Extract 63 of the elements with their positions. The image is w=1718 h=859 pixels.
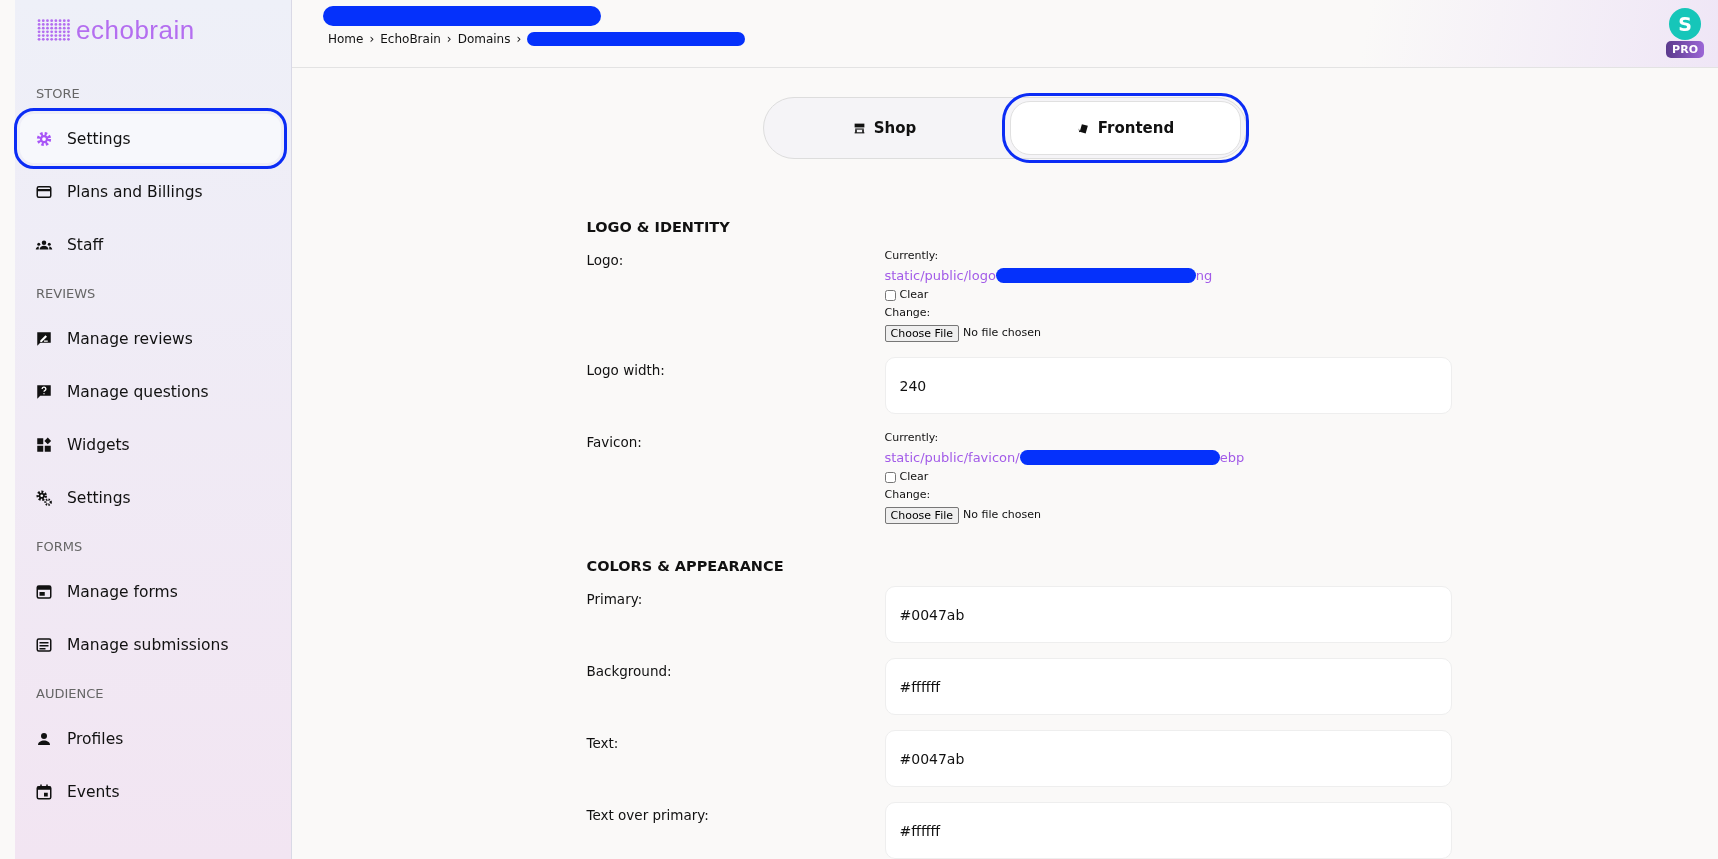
choose-file-button[interactable]: Choose File <box>884 324 959 342</box>
review-icon <box>35 329 53 348</box>
breadcrumb-separator: › <box>446 32 452 46</box>
field-label: Primary: <box>586 590 644 609</box>
field-label: Logo: <box>586 251 625 270</box>
breadcrumb-separator: › <box>369 32 375 46</box>
currently-label: Currently: <box>884 248 940 264</box>
section-heading: REVIEWS <box>35 285 97 303</box>
section-title: LOGO & IDENTITY <box>586 219 731 235</box>
sidebar-item[interactable]: Events <box>20 767 281 816</box>
field-label: Text: <box>586 734 620 753</box>
checkbox-label: Clear <box>899 287 929 303</box>
sidebar-item[interactable]: Manage forms <box>20 567 281 616</box>
input-field[interactable]: #0047ab <box>884 586 1452 643</box>
brand-name: echobrain <box>76 14 195 46</box>
file-link[interactable]: static/public/logo <box>884 268 996 283</box>
currently-label: Currently: <box>884 430 940 446</box>
store-icon <box>852 121 866 135</box>
input-field[interactable]: #ffffff <box>884 658 1452 715</box>
breadcrumb-link[interactable]: Home <box>328 32 364 46</box>
clear-checkbox[interactable] <box>884 289 896 301</box>
calendar-icon <box>35 782 53 801</box>
settings-icon <box>35 129 53 148</box>
checkbox-label: Clear <box>899 469 929 485</box>
sidebar-item[interactable]: Widgets <box>20 420 281 469</box>
file-link[interactable]: ebp <box>1219 450 1245 465</box>
breadcrumb-link[interactable]: EchoBrain <box>380 32 441 46</box>
gears-icon <box>35 488 53 507</box>
clear-checkbox[interactable] <box>884 471 896 483</box>
file-link[interactable]: ng <box>1195 268 1213 283</box>
change-label: Change: <box>884 305 932 321</box>
tab[interactable]: Shop <box>768 101 1001 155</box>
question-icon <box>35 382 53 401</box>
sidebar-item[interactable]: Plans and Billings <box>20 167 281 216</box>
field-label: Text over primary: <box>586 806 710 825</box>
form-icon <box>35 582 53 601</box>
field-label: Background: <box>586 662 673 681</box>
file-status: No file chosen <box>963 325 1041 341</box>
sidebar-item[interactable]: Profiles <box>20 714 281 763</box>
input-field[interactable]: #ffffff <box>884 802 1452 859</box>
field-label: Logo width: <box>586 361 666 380</box>
breadcrumb-separator: › <box>516 32 522 46</box>
sidebar-item[interactable]: Manage questions <box>20 367 281 416</box>
sidebar-item[interactable]: Settings <box>20 473 281 522</box>
section-heading: AUDIENCE <box>35 685 105 703</box>
plan-badge: PRO <box>1666 41 1704 58</box>
input-field[interactable]: 240 <box>884 357 1452 414</box>
document-icon <box>35 635 53 654</box>
change-label: Change: <box>884 487 932 503</box>
sidebar-item[interactable]: Staff <box>20 220 281 269</box>
choose-file-button[interactable]: Choose File <box>884 506 959 524</box>
section-title: COLORS & APPEARANCE <box>586 558 785 574</box>
sidebar-item[interactable]: Manage reviews <box>20 314 281 363</box>
cards-icon <box>1076 121 1090 135</box>
breadcrumb-link[interactable]: Domains <box>457 32 511 46</box>
sidebar-item[interactable]: Manage submissions <box>20 620 281 669</box>
widgets-icon <box>35 435 53 454</box>
section-heading: STORE <box>35 85 81 103</box>
field-label: Favicon: <box>586 433 643 452</box>
file-link[interactable]: static/public/favicon/ <box>884 450 1020 465</box>
file-status: No file chosen <box>963 507 1041 523</box>
input-field[interactable]: #0047ab <box>884 730 1452 787</box>
section-heading: FORMS <box>35 538 84 556</box>
